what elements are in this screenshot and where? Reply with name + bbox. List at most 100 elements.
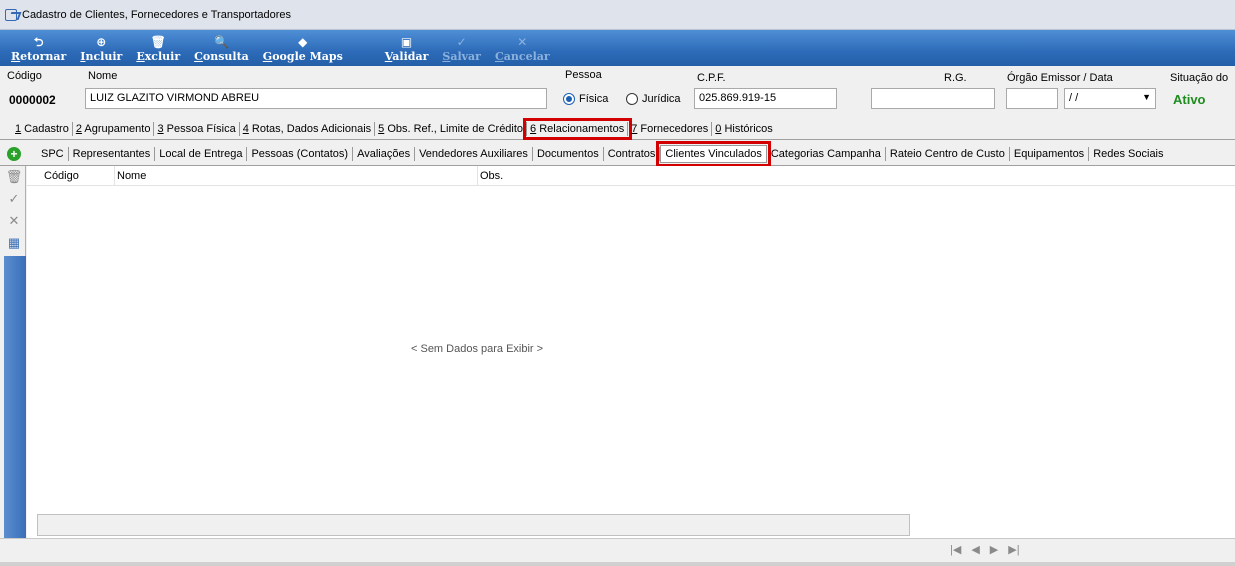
x-icon: ✕ (517, 35, 528, 49)
toolbar: ⮌ Retornar ⊕ Incluir 🗑 Excluir 🔍 Consulta ◆ Googl… (0, 30, 1235, 66)
salvar-button[interactable]: ✓ Salvar (435, 30, 488, 66)
status-bar: |◀ ◀ ▶ ▶| (0, 538, 1235, 562)
trash-icon[interactable]: 🗑 (4, 166, 24, 188)
data-dropdown[interactable]: / / ▼ (1064, 88, 1156, 109)
cpf-field[interactable]: 025.869.919-15 (694, 88, 837, 109)
tab-sub-1[interactable]: Representantes (69, 146, 156, 161)
tab-main-4[interactable]: 4 Rotas, Dados Adicionais (240, 121, 376, 136)
pessoa-fisica-label: Física (579, 93, 609, 105)
data-value: / / (1069, 92, 1079, 104)
rg-label: R.G. (944, 72, 967, 84)
consulta-button[interactable]: 🔍 Consulta (187, 30, 256, 66)
check-icon[interactable]: ✓ (4, 188, 24, 210)
google-maps-button[interactable]: ◆ Google Maps (256, 30, 350, 66)
grid-action-bar: 🗑 ✓ ✕ ▦ (2, 166, 26, 538)
toolbar-button-label: Salvar (442, 50, 481, 63)
toolbar-button-label: Incluir (80, 50, 123, 63)
first-record-icon[interactable]: |◀ (950, 543, 961, 556)
tab-sub-0[interactable]: SPC (37, 146, 69, 161)
record-navigator: |◀ ◀ ▶ ▶| (950, 543, 1020, 556)
tab-main-6[interactable]: 6 Relacionamentos (523, 117, 633, 140)
tab-main-3[interactable]: 3 Pessoa Física (154, 121, 240, 136)
data-grid[interactable]: Código Nome Obs. < Sem Dados para Exibir… (27, 165, 1235, 538)
toolbar-button-label: Consulta (194, 50, 249, 63)
plus-circle-icon: ⊕ (96, 35, 107, 49)
retornar-button[interactable]: ⮌ Retornar (4, 30, 73, 66)
map-pin-icon: ◆ (298, 35, 308, 49)
tab-main-1[interactable]: 1 Cadastro (12, 121, 73, 136)
sub-tabs: + SPC Representantes Local de Entrega Pesso… (0, 140, 1235, 167)
nome-field[interactable]: LUIZ GLAZITO VIRMOND ABREU (85, 88, 547, 109)
column-header-obs[interactable]: Obs. (478, 166, 908, 186)
sub-tabs-list: SPC Representantes Local de Entrega Pessoas… (37, 140, 1168, 167)
tab-sub-10[interactable]: Rateio Centro de Custo (886, 146, 1010, 161)
toolbar-button-label: Cancelar (494, 50, 550, 63)
radio-selected-icon (563, 93, 575, 105)
bottom-border (0, 562, 1235, 566)
toolbar-button-label: Excluir (136, 50, 181, 63)
empty-message: < Sem Dados para Exibir > (411, 343, 544, 355)
situacao-label: Situação do (1170, 72, 1229, 84)
table-delete-icon[interactable]: ▦ (4, 232, 24, 254)
tab-sub-9[interactable]: Categorias Campanha (767, 146, 886, 161)
tab-label: Rotas, Dados Adicionais (248, 122, 372, 135)
column-header-codigo[interactable]: Código (27, 165, 115, 186)
tab-label: Pessoa Física (163, 122, 236, 135)
tab-sub-11[interactable]: Equipamentos (1010, 146, 1090, 161)
tab-label: Agrupamento (81, 122, 151, 135)
grid-footer (37, 514, 910, 536)
title-bar: Cadastro de Clientes, Fornecedores e Tra… (0, 0, 1235, 30)
codigo-label: Código (7, 70, 42, 82)
grid-header: Código Nome Obs. (27, 165, 1235, 186)
nome-label: Nome (88, 70, 118, 82)
pessoa-label: Pessoa (565, 69, 602, 81)
rg-field[interactable] (871, 88, 995, 109)
toolbar-button-label: Retornar (11, 50, 67, 63)
tab-label: Obs. Ref., Limite de Crédito (384, 122, 524, 135)
last-record-icon[interactable]: ▶| (1008, 543, 1019, 556)
pessoa-juridica-label: Jurídica (642, 93, 681, 105)
cancelar-button[interactable]: ✕ Cancelar (488, 30, 557, 66)
tab-label: Fornecedores (637, 122, 709, 135)
add-icon[interactable]: + (7, 146, 21, 161)
tab-sub-3[interactable]: Pessoas (Contatos) (247, 146, 354, 161)
tab-sub-8[interactable]: Clientes Vinculados (656, 140, 771, 167)
tab-sub-2[interactable]: Local de Entrega (155, 146, 248, 161)
incluir-button[interactable]: ⊕ Incluir (73, 30, 129, 66)
tab-sub-4[interactable]: Avaliações (353, 146, 416, 161)
toolbar-button-label: Validar (384, 50, 429, 63)
tab-main-5[interactable]: 5 Obs. Ref., Limite de Crédito (375, 121, 528, 136)
tab-main-0[interactable]: 0 Históricos (712, 122, 775, 136)
main-tabs: 1 Cadastro 2 Agrupamento 3 Pessoa Física 4 … (0, 117, 1235, 140)
window-title: Cadastro de Clientes, Fornecedores e Tra… (22, 8, 292, 21)
prev-record-icon[interactable]: ◀ (971, 543, 979, 556)
pessoa-juridica-radio[interactable]: Jurídica (626, 93, 681, 105)
excluir-button[interactable]: 🗑 Excluir (129, 30, 187, 66)
tab-sub-12[interactable]: Redes Sociais (1089, 147, 1167, 161)
orgao-data-label: Órgão Emissor / Data (1007, 72, 1113, 84)
tab-main-7[interactable]: 7 Fornecedores (628, 121, 713, 136)
record-header: Código 0000002 Nome LUIZ GLAZITO VIRMOND… (0, 66, 1235, 118)
x-icon[interactable]: ✕ (4, 210, 24, 232)
side-stripe (4, 256, 26, 538)
trash-icon: 🗑 (150, 35, 166, 49)
window-icon (5, 8, 17, 21)
magnifier-icon: 🔍 (213, 35, 229, 49)
return-arrow-icon: ⮌ (33, 35, 44, 49)
pessoa-fisica-radio[interactable]: Física (563, 93, 608, 105)
tab-sub-7[interactable]: Contratos (604, 146, 661, 161)
validar-button[interactable]: ▣ Validar (378, 30, 436, 66)
orgao-field[interactable] (1006, 88, 1058, 109)
tab-sub-6[interactable]: Documentos (533, 146, 604, 161)
next-record-icon[interactable]: ▶ (990, 543, 998, 556)
tab-main-2[interactable]: 2 Agrupamento (73, 121, 155, 136)
chevron-down-icon: ▼ (1142, 92, 1151, 102)
situacao-value: Ativo (1173, 92, 1206, 107)
tab-sub-5[interactable]: Vendedores Auxiliares (415, 146, 533, 161)
validate-icon: ▣ (400, 35, 413, 49)
tab-label: Relacionamentos (536, 122, 625, 135)
check-icon: ✓ (456, 35, 467, 49)
codigo-value: 0000002 (9, 93, 56, 107)
column-header-nome[interactable]: Nome (115, 165, 478, 186)
cpf-label: C.P.F. (697, 72, 726, 84)
